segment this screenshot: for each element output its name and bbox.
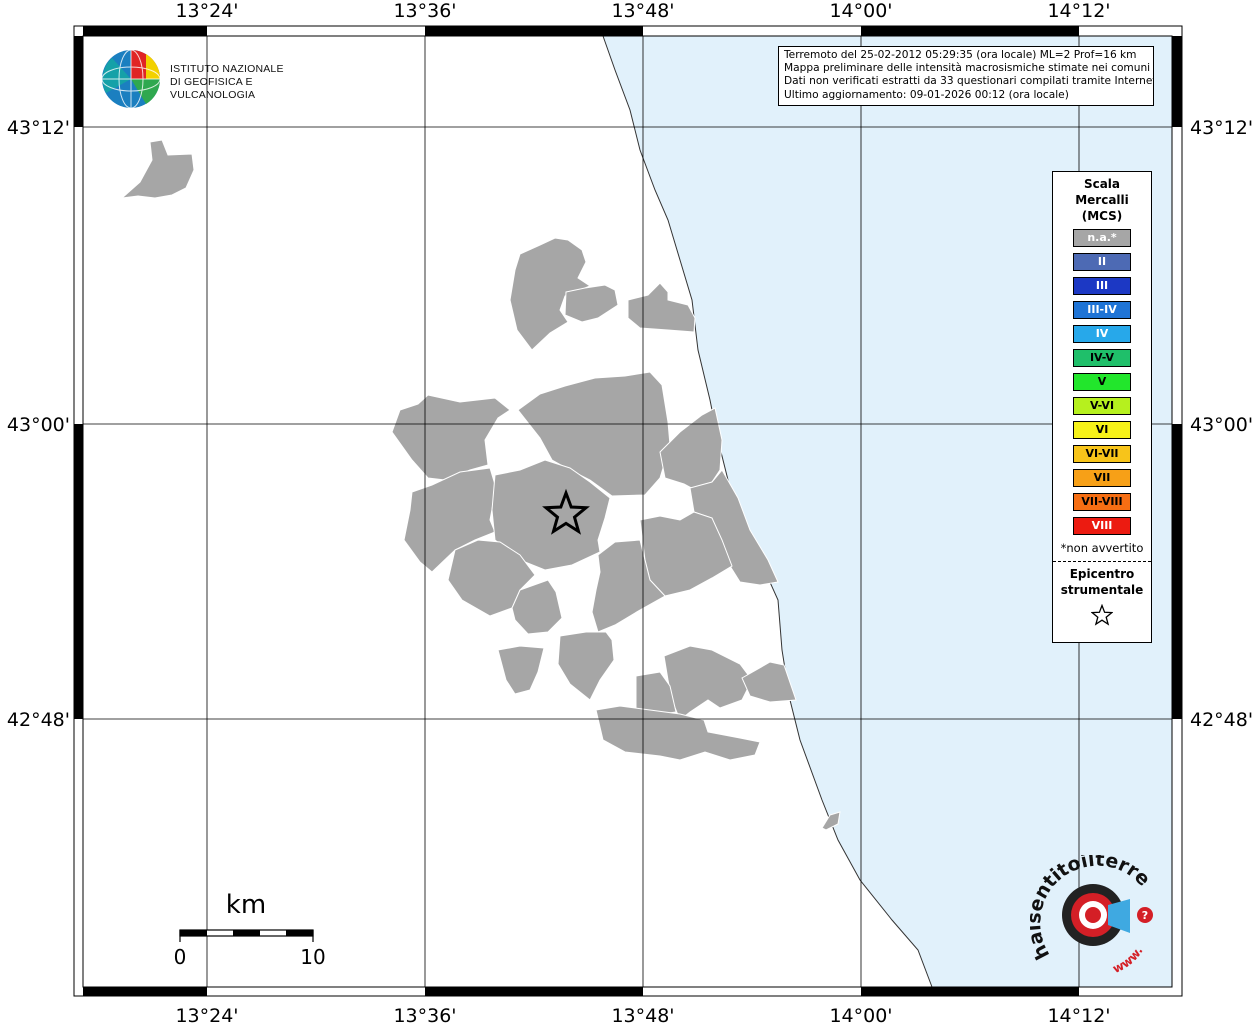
legend-level-iv-v: IV-V bbox=[1073, 349, 1131, 367]
municipality[interactable] bbox=[595, 705, 761, 761]
legend-divider bbox=[1053, 561, 1151, 562]
latitude-labels-left: 43°12' 43°00' 42°48' bbox=[7, 117, 70, 731]
scale-bar: km 0 10 bbox=[174, 890, 326, 969]
lon-label: 13°24' bbox=[175, 1005, 238, 1024]
municipality[interactable] bbox=[120, 139, 195, 199]
legend-level-n-a: n.a.* bbox=[1073, 229, 1131, 247]
scale-bar-max: 10 bbox=[300, 945, 325, 969]
event-info-line4: Ultimo aggiornamento: 09-01-2026 00:12 (… bbox=[784, 88, 1069, 101]
haisentito-logo[interactable]: haisentitoilterremoto.it www. ? bbox=[1020, 838, 1165, 979]
legend-star-icon bbox=[1053, 603, 1151, 630]
longitude-labels-top: 13°24' 13°36' 13°48' 14°00' 14°12' bbox=[175, 0, 1110, 22]
event-info-line2: Mappa preliminare delle intensità macros… bbox=[784, 62, 1151, 75]
lat-label: 43°00' bbox=[7, 414, 70, 436]
mcs-legend: Scala Mercalli (MCS) n.a.* II III III-IV IV I… bbox=[1052, 171, 1152, 643]
municipality[interactable] bbox=[659, 407, 723, 491]
legend-note: *non avvertito bbox=[1060, 541, 1144, 555]
lon-label: 14°00' bbox=[829, 0, 892, 22]
lon-label: 13°36' bbox=[393, 1005, 456, 1024]
municipality[interactable] bbox=[497, 645, 545, 695]
legend-level-viii: VIII bbox=[1073, 517, 1131, 535]
legend-level-vii: VII bbox=[1073, 469, 1131, 487]
legend-title-line3: (MCS) bbox=[1081, 209, 1123, 223]
lat-label: 43°00' bbox=[1190, 414, 1253, 436]
longitude-labels-bottom: 13°24' 13°36' 13°48' 14°00' 14°12' bbox=[175, 1005, 1110, 1024]
lat-label: 42°48' bbox=[1190, 709, 1253, 731]
municipality[interactable] bbox=[564, 284, 619, 323]
latitude-labels-right: 43°12' 43°00' 42°48' bbox=[1190, 117, 1253, 731]
legend-epicenter-line1: Epicentro bbox=[1069, 567, 1135, 581]
lon-label: 13°48' bbox=[611, 1005, 674, 1024]
event-info-box: Terremoto del 25-02-2012 05:29:35 (ora l… bbox=[778, 46, 1154, 106]
municipality[interactable] bbox=[391, 394, 511, 481]
lon-label: 13°36' bbox=[393, 0, 456, 22]
legend-level-iv: IV bbox=[1073, 325, 1131, 343]
legend-level-vii-viii: VII-VIII bbox=[1073, 493, 1131, 511]
legend-level-iii-iv: III-IV bbox=[1073, 301, 1131, 319]
municipality[interactable] bbox=[663, 645, 753, 721]
municipality[interactable] bbox=[627, 282, 696, 333]
event-info-line1: Terremoto del 25-02-2012 05:29:35 (ora l… bbox=[784, 49, 1137, 61]
legend-level-v-vi: V-VI bbox=[1073, 397, 1131, 415]
lon-label: 14°12' bbox=[1047, 1005, 1110, 1024]
legend-scale-list: n.a.* II III III-IV IV IV-V V V-VI VI VI-VII VII VI… bbox=[1053, 229, 1151, 535]
haisentito-logo-www: www. bbox=[1110, 944, 1145, 976]
lon-label: 14°12' bbox=[1047, 0, 1110, 22]
ingv-globe-icon bbox=[101, 49, 161, 109]
lon-label: 14°00' bbox=[829, 1005, 892, 1024]
svg-text:www.: www. bbox=[1110, 944, 1145, 975]
lat-label: 43°12' bbox=[7, 117, 70, 139]
scale-bar-unit: km bbox=[226, 890, 266, 920]
lon-label: 13°48' bbox=[611, 0, 674, 22]
legend-level-ii: II bbox=[1073, 253, 1131, 271]
lat-label: 43°12' bbox=[1190, 117, 1253, 139]
svg-text:?: ? bbox=[1142, 909, 1148, 922]
legend-title-line1: Scala bbox=[1083, 177, 1121, 191]
legend-level-vi-vii: VI-VII bbox=[1073, 445, 1131, 463]
ingv-logo-line2: DI GEOFISICA E VULCANOLOGIA bbox=[170, 76, 256, 101]
legend-level-v: V bbox=[1073, 373, 1131, 391]
legend-level-iii: III bbox=[1073, 277, 1131, 295]
lat-label: 42°48' bbox=[7, 709, 70, 731]
event-info-line3: Dati non verificati estratti da 33 quest… bbox=[784, 75, 1154, 88]
municipality[interactable] bbox=[557, 631, 615, 701]
ingv-logo: ISTITUTO NAZIONALE DI GEOFISICA E VULCAN… bbox=[100, 46, 320, 112]
scale-bar-min: 0 bbox=[174, 945, 187, 969]
legend-title-line2: Mercalli bbox=[1075, 193, 1129, 207]
lon-label: 13°24' bbox=[175, 0, 238, 22]
ingv-logo-line1: ISTITUTO NAZIONALE bbox=[170, 63, 284, 75]
legend-epicenter-line2: strumentale bbox=[1060, 583, 1144, 597]
legend-level-vi: VI bbox=[1073, 421, 1131, 439]
